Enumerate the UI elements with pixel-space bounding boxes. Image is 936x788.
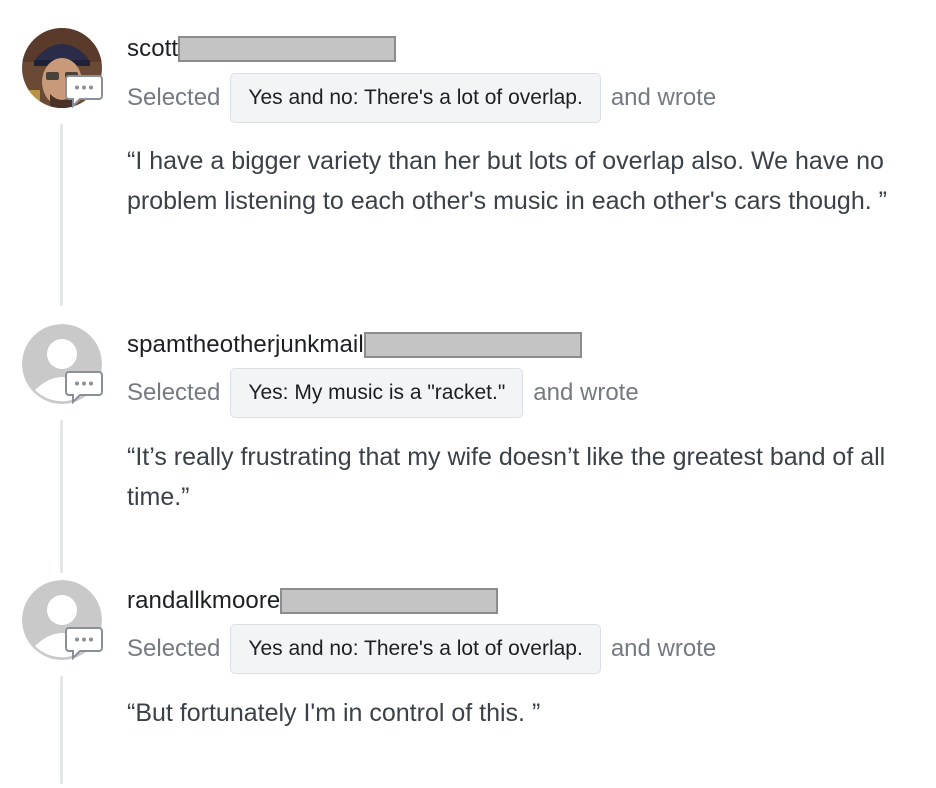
response-quote: “I have a bigger variety than her but lo… xyxy=(127,147,887,215)
username-row: scott xyxy=(127,34,397,64)
response-quote: “But fortunately I'm in control of this.… xyxy=(127,699,541,727)
speech-bubble-icon xyxy=(64,70,104,110)
choice-pill: Yes: My music is a "racket." xyxy=(230,368,524,418)
speech-bubble-icon xyxy=(64,366,104,406)
response-entry: scott Selected Yes and no: There's a lot… xyxy=(0,0,936,310)
wrote-label: and wrote xyxy=(533,379,639,406)
thread-line xyxy=(60,420,63,573)
wrote-label: and wrote xyxy=(610,635,717,662)
choice-pill: Yes and no: There's a lot of overlap. xyxy=(230,624,601,674)
selection-row: Selected Yes and no: There's a lot of ov… xyxy=(127,624,716,674)
response-entry: randallkmoore Selected Yes and no: There… xyxy=(0,570,936,788)
username[interactable]: scott xyxy=(127,35,178,63)
selection-row: Selected Yes: My music is a "racket." an… xyxy=(127,368,639,418)
response-entry: spamtheotherjunkmail Selected Yes: My mu… xyxy=(0,310,936,573)
redaction-box xyxy=(280,588,499,614)
selected-label: Selected xyxy=(127,379,221,406)
selected-label: Selected xyxy=(127,84,221,111)
selection-row: Selected Yes and no: There's a lot of ov… xyxy=(127,73,716,123)
thread-line xyxy=(60,676,63,784)
username[interactable]: spamtheotherjunkmail xyxy=(127,331,364,359)
choice-pill: Yes and no: There's a lot of overlap. xyxy=(230,73,601,123)
username-row: randallkmoore xyxy=(127,586,499,616)
username-row: spamtheotherjunkmail xyxy=(127,330,582,360)
wrote-label: and wrote xyxy=(610,84,717,111)
redaction-box xyxy=(178,36,397,62)
redaction-box xyxy=(363,332,582,358)
thread-line xyxy=(60,124,63,306)
selected-label: Selected xyxy=(127,635,221,662)
speech-bubble-icon xyxy=(64,622,104,662)
response-quote: “It’s really frustrating that my wife do… xyxy=(127,443,886,511)
username[interactable]: randallkmoore xyxy=(127,587,280,615)
